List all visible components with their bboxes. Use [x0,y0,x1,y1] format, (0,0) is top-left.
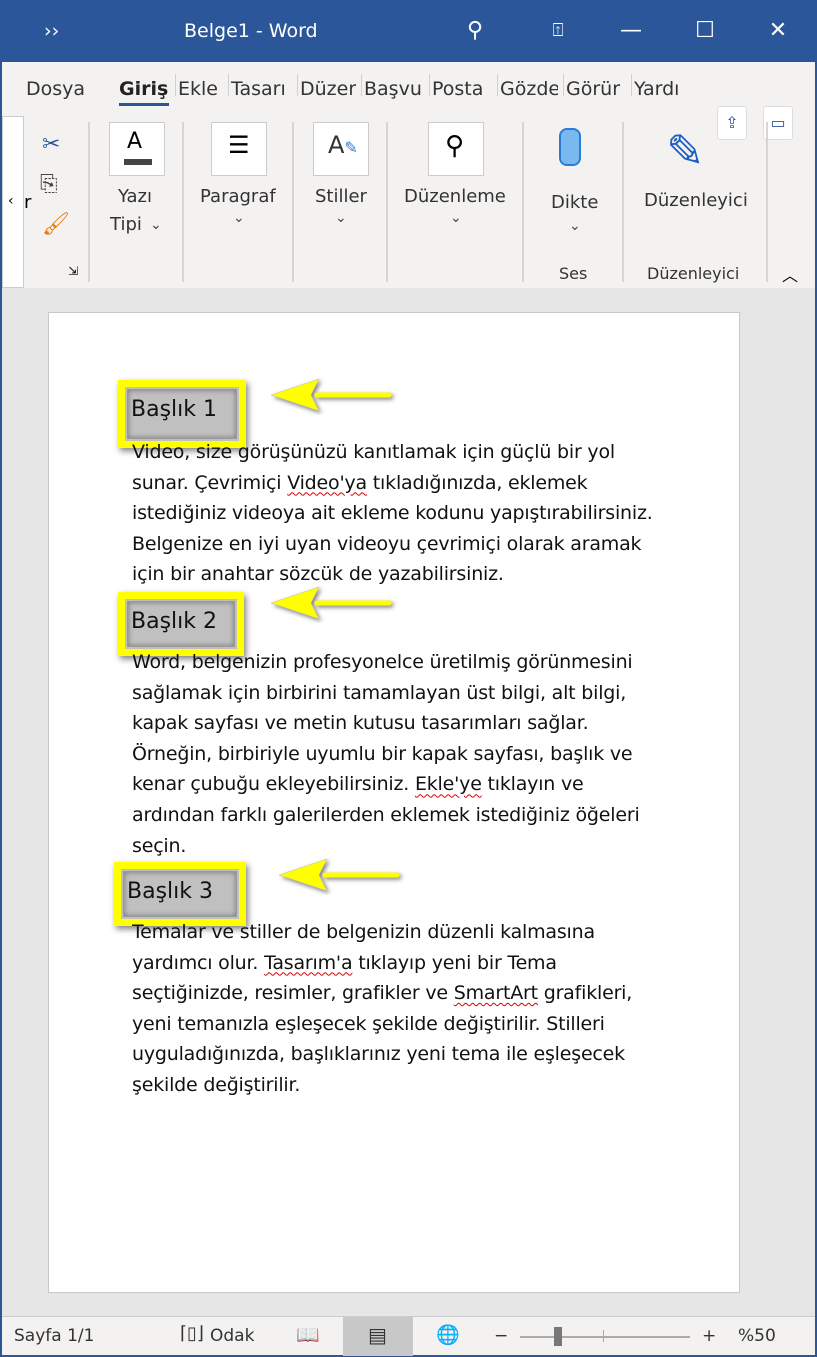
heading-3[interactable]: Başlık 3 [127,879,213,904]
tab-7[interactable]: Gözde [500,78,558,106]
restore-ribbon-icon[interactable]: ⍐ [543,16,573,46]
cut-icon[interactable]: ✂ [42,132,60,157]
document-page[interactable]: Başlık 1 Başlık 2 Başlık 3 Video, size görü… [48,312,740,1293]
annotation-arrow [270,378,392,412]
page-count[interactable]: Sayfa 1/1 [14,1326,94,1346]
font-group-icon[interactable]: A [109,122,165,176]
focus-icon[interactable]: ⌈▯⌋ [180,1323,204,1344]
zoom-slider[interactable] [520,1336,690,1338]
spelling-error[interactable]: Ekle'ye [415,773,482,795]
tab-4[interactable]: Düzer [300,78,356,106]
paragraph-2-line[interactable]: Word, belgenizin profesyonelce üretilmiş… [132,651,633,673]
title-bar: ›› Belge1 - Word ⚲ ⍐ — ☐ ✕ [0,0,817,62]
editor-group-label: Düzenleyici [647,264,740,283]
paragraph-1-line[interactable]: Belgenize en iyi uyan videoyu çevrimiçi … [132,533,642,555]
minimize-icon[interactable]: — [616,16,646,46]
ribbon: Dosya Giriş Ekle Tasarı Düzer Başvu Posta Gözde… [2,62,815,288]
paragraph-1-line[interactable]: istediğiniz videoya ait ekleme kodunu ya… [132,502,653,524]
annotation-arrow [270,586,392,620]
voice-group-label: Ses [559,264,588,283]
heading-1[interactable]: Başlık 1 [131,397,217,422]
clipboard-partial-label: r [24,192,32,213]
paragraph-group-label[interactable]: Paragraf [200,186,276,207]
spelling-error[interactable]: Tasarım'a [264,952,353,974]
tab-8[interactable]: Görür [566,78,624,106]
paragraph-1-line[interactable]: için bir anahtar sözcük de yazabilirsini… [132,563,504,585]
tab-3[interactable]: Tasarı [231,78,293,106]
paragraph-3-line[interactable]: uyguladığınızda, başlıklarınız yeni tema… [132,1043,625,1065]
paragraph-2-line[interactable]: Örneğin, birbiriyle uyumlu bir kapak say… [132,743,633,765]
tab-0[interactable]: Dosya [26,78,88,106]
font-group-label2[interactable]: Tipi [110,214,142,235]
paragraph-2-line[interactable]: kapak sayfası ve metin kutusu tasarımlar… [132,712,589,734]
heading-1-highlight: Başlık 1 [118,380,246,448]
microphone-icon[interactable] [559,128,581,166]
tab-9[interactable]: Yardı [634,78,692,106]
styles-group-label[interactable]: Stiller [315,186,367,207]
focus-mode-button[interactable]: Odak [210,1326,254,1346]
zoom-slider-thumb[interactable] [553,1327,562,1346]
editor-button-label[interactable]: Düzenleyici [644,190,748,211]
paragraph-3-line[interactable]: yardımcı olur. Tasarım'a tıklayıp yeni b… [132,952,557,974]
zoom-out-button[interactable]: − [494,1326,508,1346]
status-bar: Sayfa 1/1 ⌈▯⌋ Odak 📖 ▤ 🌐 − + %50 [2,1316,815,1356]
paragraph-1-line[interactable]: sunar. Çevrimiçi Video'ya tıkladığınızda… [132,472,588,494]
editing-group-label[interactable]: Düzenleme [404,186,506,207]
web-layout-icon[interactable]: 🌐 [436,1323,460,1346]
annotation-arrow [278,858,400,892]
zoom-in-button[interactable]: + [702,1326,716,1346]
share-icon[interactable]: ⇪ [717,106,747,140]
heading-3-highlight: Başlık 3 [114,862,246,926]
close-icon[interactable]: ✕ [763,16,793,46]
editing-icon[interactable]: ⚲ [428,122,484,176]
font-group-label[interactable]: Yazı [118,186,152,207]
maximize-icon[interactable]: ☐ [690,16,720,46]
paragraph-2-line[interactable]: kenar çubuğu ekleyebilirsiniz. Ekle'ye t… [132,773,584,795]
paragraph-3-line[interactable]: Temalar ve stiller de belgenizin düzenli… [132,921,595,943]
zoom-level[interactable]: %50 [738,1326,776,1346]
print-layout-button[interactable]: ▤ [343,1317,413,1356]
paragraph-3-line[interactable]: seçtiğinizde, resimler, grafikler ve Sma… [132,982,632,1004]
read-mode-icon[interactable]: 📖 [296,1323,320,1346]
window-title: Belge1 - Word [184,20,318,42]
paragraph-2-line[interactable]: seçin. [132,835,186,857]
paragraph-1-line[interactable]: Video, size görüşünüzü kanıtlamak için g… [132,441,615,463]
editor-pen-icon[interactable]: ✎ [666,124,705,178]
tab-2[interactable]: Ekle [178,78,222,106]
paragraph-2-line[interactable]: sağlamak için birbirini tamamlayan üst b… [132,682,626,704]
spelling-error[interactable]: SmartArt [454,982,538,1004]
paragraph-2-line[interactable]: ardından farklı galerilerden eklemek ist… [132,804,640,826]
ribbon-tabs: Dosya Giriş Ekle Tasarı Düzer Başvu Posta Gözde… [2,62,815,114]
heading-2[interactable]: Başlık 2 [131,609,217,634]
dialog-launcher-icon[interactable]: ⇲ [68,264,78,278]
styles-icon[interactable]: A✎ [313,122,369,176]
document-area: Başlık 1 Başlık 2 Başlık 3 Video, size görü… [2,288,815,1316]
tab-5[interactable]: Başvu [364,78,424,106]
quick-access-overflow-button[interactable]: ›› [44,20,59,42]
format-painter-icon[interactable]: 🖌 [42,212,70,237]
paragraph-icon[interactable]: ☰ [211,122,267,176]
search-icon[interactable]: ⚲ [460,16,490,46]
collapse-ribbon-icon[interactable]: ︿ [782,262,798,286]
ribbon-scroll-left[interactable]: ‹ [2,116,24,288]
copy-icon[interactable]: ⎘ [40,172,58,197]
tab-1[interactable]: Giriş [119,78,169,106]
dictate-button-label[interactable]: Dikte [551,192,598,213]
spelling-error[interactable]: Video'ya [287,472,367,494]
heading-2-highlight: Başlık 2 [118,592,244,656]
paragraph-3-line[interactable]: yeni temanızla eşleşecek şekilde değişti… [132,1013,605,1035]
tab-6[interactable]: Posta [432,78,492,106]
paragraph-3-line[interactable]: şekilde değiştirilir. [132,1074,300,1096]
